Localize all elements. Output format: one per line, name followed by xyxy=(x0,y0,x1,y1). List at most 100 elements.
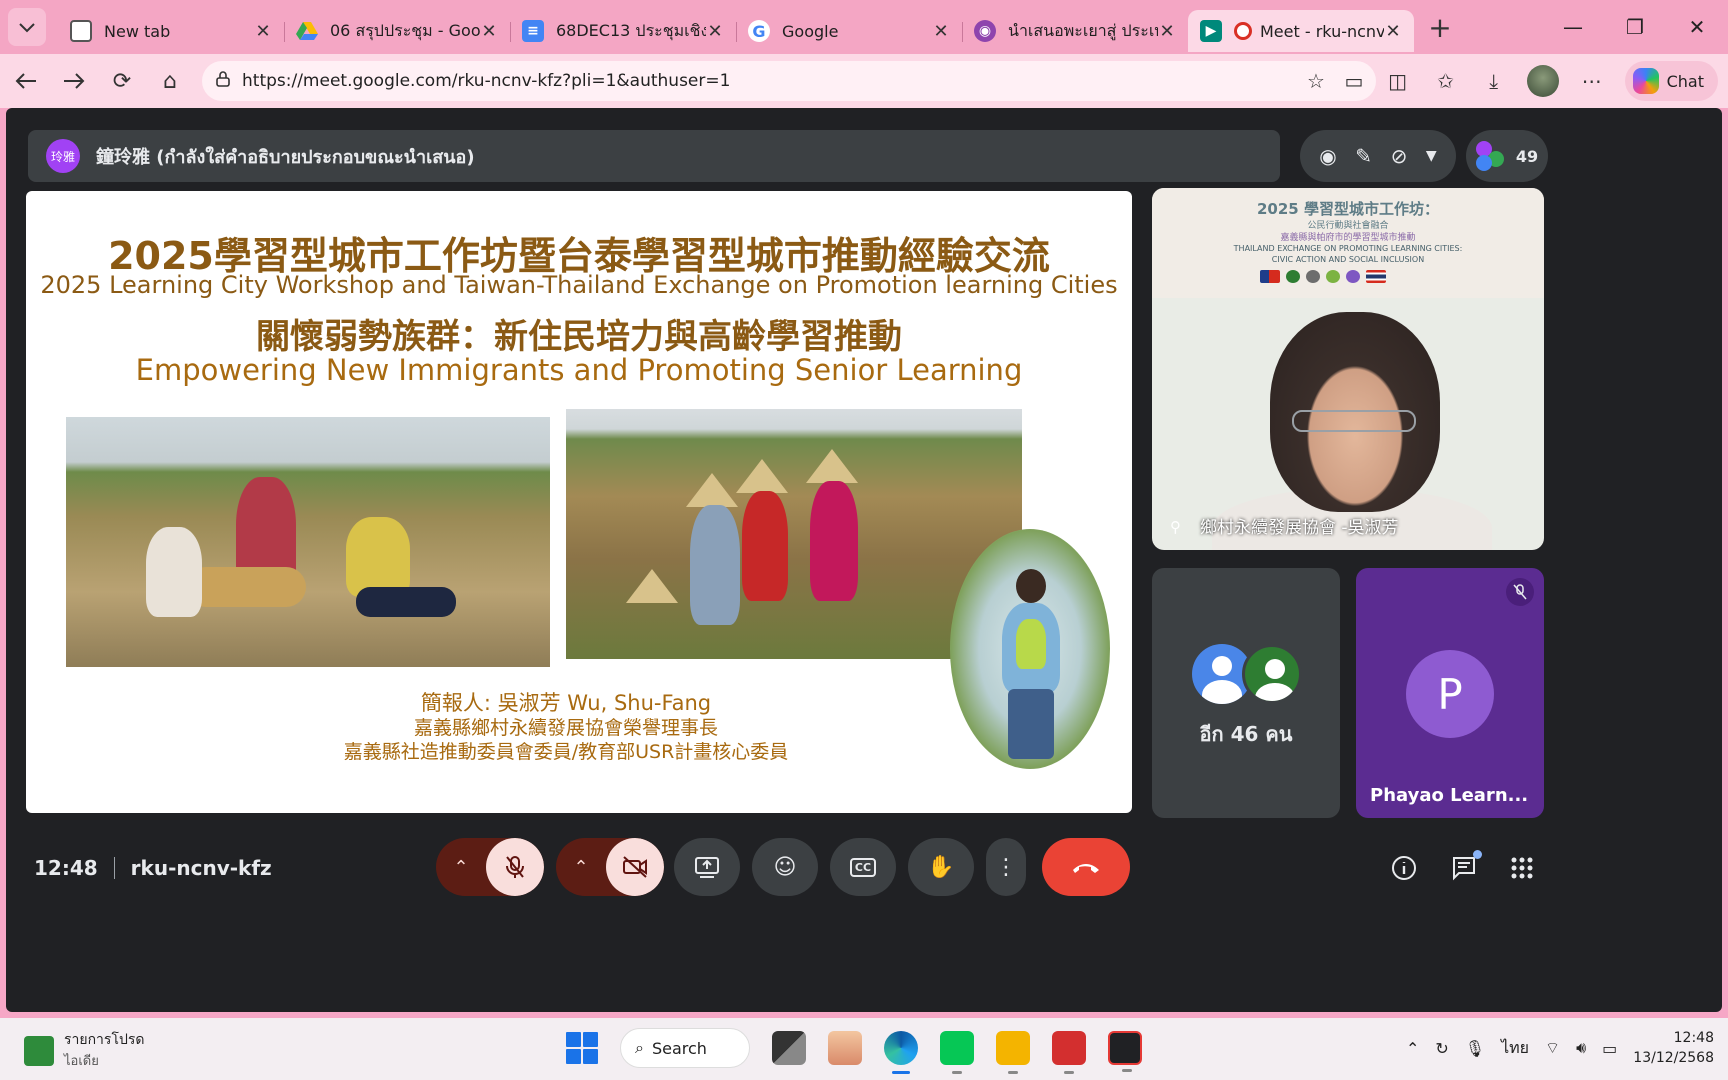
present-button[interactable] xyxy=(674,838,740,896)
presenter-avatar: 玲雅 xyxy=(46,139,80,173)
logo-icon xyxy=(1346,270,1360,283)
close-icon[interactable]: ✕ xyxy=(706,21,724,42)
banner-line-5: CIVIC ACTION AND SOCIAL INCLUSION xyxy=(1271,255,1425,264)
participant-tile-phayao[interactable]: P Phayao Learn... xyxy=(1356,568,1544,818)
photos-app-icon[interactable] xyxy=(828,1031,862,1065)
system-clock[interactable]: 12:48 13/12/2568 xyxy=(1633,1028,1714,1068)
more-participants-tile[interactable]: อีก 46 คน xyxy=(1152,568,1340,818)
tab-title: Google xyxy=(782,21,839,41)
participants-button[interactable]: 49 xyxy=(1466,130,1548,182)
camera-toggle-button[interactable] xyxy=(606,838,664,896)
taiwan-flag-icon xyxy=(1260,270,1280,283)
raise-hand-button[interactable]: ✋ xyxy=(908,838,974,896)
video-options-button[interactable]: ⌃ xyxy=(556,838,606,896)
chat-icon xyxy=(1453,857,1475,881)
url-text[interactable]: https://meet.google.com/rku-ncnv-kfz?pli… xyxy=(242,71,730,91)
acrobat-icon[interactable] xyxy=(1052,1031,1086,1074)
record-icon[interactable]: ◉ xyxy=(1319,144,1336,168)
close-icon[interactable]: ✕ xyxy=(1384,21,1402,42)
more-icon[interactable]: ⋯ xyxy=(1577,66,1607,96)
camera-control-group: ⌃ xyxy=(556,838,664,896)
volume-icon[interactable]: 🔊︎ xyxy=(1576,1038,1586,1058)
microphone-icon[interactable]: 🎙︎ xyxy=(1465,1039,1485,1058)
close-icon[interactable]: ✕ xyxy=(932,21,950,42)
mic-toggle-button[interactable] xyxy=(486,838,544,896)
pin-icon[interactable]: ⚲ xyxy=(1170,518,1181,536)
reactions-button[interactable]: ☺ xyxy=(752,838,818,896)
task-view-icon[interactable] xyxy=(772,1031,806,1065)
minimize-button[interactable]: — xyxy=(1542,0,1604,54)
drive-icon xyxy=(296,20,318,42)
tab-presentation[interactable]: ◉ นำเสนอพะเยาสู่ ประเทศไ ✕ xyxy=(962,10,1188,52)
annotation-off-icon[interactable]: ⊘ xyxy=(1391,144,1408,168)
tab-new-tab[interactable]: New tab ✕ xyxy=(58,10,284,52)
chat-label: Chat xyxy=(1666,71,1704,91)
back-button[interactable] xyxy=(2,61,50,101)
participant-avatar: P xyxy=(1406,650,1494,738)
star-icon[interactable]: ☆ xyxy=(1304,69,1328,93)
google-icon: G xyxy=(748,20,770,42)
restore-button[interactable]: ❐ xyxy=(1604,0,1666,54)
tab-drive[interactable]: 06 สรุปประชุม - Google ✕ xyxy=(284,10,510,52)
chevron-down-icon[interactable]: ▼ xyxy=(1426,148,1437,164)
slide-role-2: 嘉義縣社造推動委員會委員/教育部USR計畫核心委員 xyxy=(343,741,789,763)
address-bar[interactable]: https://meet.google.com/rku-ncnv-kfz?pli… xyxy=(202,61,1376,101)
tab-meet[interactable]: ▶ Meet - rku-ncnv- ✕ xyxy=(1188,10,1414,52)
notes-icon[interactable]: ✎ xyxy=(1355,144,1372,168)
clock-date: 13/12/2568 xyxy=(1633,1050,1714,1066)
taskbar-search[interactable]: ⌕ Search xyxy=(620,1028,750,1068)
more-participants-label: อีก 46 คน xyxy=(1199,722,1293,746)
split-screen-icon[interactable]: ◫ xyxy=(1383,66,1413,96)
browser-toolbar: ⟳ ⌂ https://meet.google.com/rku-ncnv-kfz… xyxy=(0,54,1728,108)
refresh-button[interactable]: ⟳ xyxy=(98,61,146,101)
meeting-code: rku-ncnv-kfz xyxy=(130,856,272,880)
tab-title: 06 สรุปประชุม - Google xyxy=(330,20,480,40)
tab-actions-menu[interactable] xyxy=(8,8,46,46)
copilot-chat-button[interactable]: Chat xyxy=(1624,61,1718,101)
taskbar-apps: ⌕ Search xyxy=(566,1028,1142,1074)
end-call-button[interactable] xyxy=(1042,838,1130,896)
presenting-bar: 玲雅 鐘玲雅 (กำลังใส่คำอธิบายประกอบขณะนำเสนอ) xyxy=(28,130,1280,182)
more-options-button[interactable]: ⋮ xyxy=(986,838,1026,896)
meeting-details-button[interactable] xyxy=(1388,852,1420,884)
audio-options-button[interactable]: ⌃ xyxy=(436,838,486,896)
profile-avatar[interactable] xyxy=(1526,65,1559,97)
window-controls: — ❐ ✕ xyxy=(1542,0,1728,54)
browser-tab-bar: New tab ✕ 06 สรุปประชุม - Google ✕ ≡ 68D… xyxy=(0,0,1728,54)
camera-icon[interactable]: ▭ xyxy=(1342,69,1366,93)
widgets-button[interactable]: รายการโปรด ไอเดีย xyxy=(24,1030,144,1071)
tab-google[interactable]: G Google ✕ xyxy=(736,10,962,52)
recorder-app-icon[interactable] xyxy=(1108,1031,1142,1072)
flags-row xyxy=(1260,270,1386,283)
close-window-button[interactable]: ✕ xyxy=(1666,0,1728,54)
top-controls: ◉ ✎ ⊘ ▼ xyxy=(1300,130,1456,182)
sync-icon[interactable]: ↻ xyxy=(1435,1039,1448,1058)
file-explorer-icon[interactable] xyxy=(996,1031,1030,1074)
activities-button[interactable] xyxy=(1506,852,1538,884)
input-language[interactable]: ไทย xyxy=(1501,1036,1529,1061)
battery-icon[interactable]: ▭ xyxy=(1602,1039,1617,1058)
home-button[interactable]: ⌂ xyxy=(146,61,194,101)
chevron-up-icon[interactable]: ⌃ xyxy=(1406,1039,1419,1058)
edge-browser-icon[interactable] xyxy=(884,1031,918,1074)
wifi-icon[interactable]: ⌔ xyxy=(1545,1038,1560,1058)
windows-start-icon[interactable] xyxy=(566,1032,598,1064)
presenting-status: 鐘玲雅 (กำลังใส่คำอธิบายประกอบขณะนำเสนอ) xyxy=(96,146,475,168)
chat-button[interactable] xyxy=(1448,850,1482,884)
download-icon[interactable]: ⤓ xyxy=(1479,66,1509,96)
tab-docs[interactable]: ≡ 68DEC13 ประชุมเชิงปฏิ ✕ xyxy=(510,10,736,52)
participants-icon xyxy=(1475,141,1506,171)
participant-video-tile[interactable]: 2025 學習型城市工作坊： 公民行動與社會融合 嘉義縣與帕府市的學習型城市推動… xyxy=(1152,188,1544,550)
line-app-icon[interactable] xyxy=(940,1031,974,1074)
widget-subtitle: ไอเดีย xyxy=(64,1054,99,1069)
clock-time: 12:48 xyxy=(1673,1030,1714,1046)
forward-button[interactable] xyxy=(50,61,98,101)
close-icon[interactable]: ✕ xyxy=(480,21,498,42)
tab-title: นำเสนอพะเยาสู่ ประเทศไ xyxy=(1008,20,1158,40)
new-tab-button[interactable]: + xyxy=(1422,9,1458,45)
favorites-icon[interactable]: ✩ xyxy=(1431,66,1461,96)
mic-control-group: ⌃ xyxy=(436,838,544,896)
close-icon[interactable]: ✕ xyxy=(254,21,272,42)
close-icon[interactable]: ✕ xyxy=(1158,21,1176,42)
captions-button[interactable]: CC xyxy=(830,838,896,896)
